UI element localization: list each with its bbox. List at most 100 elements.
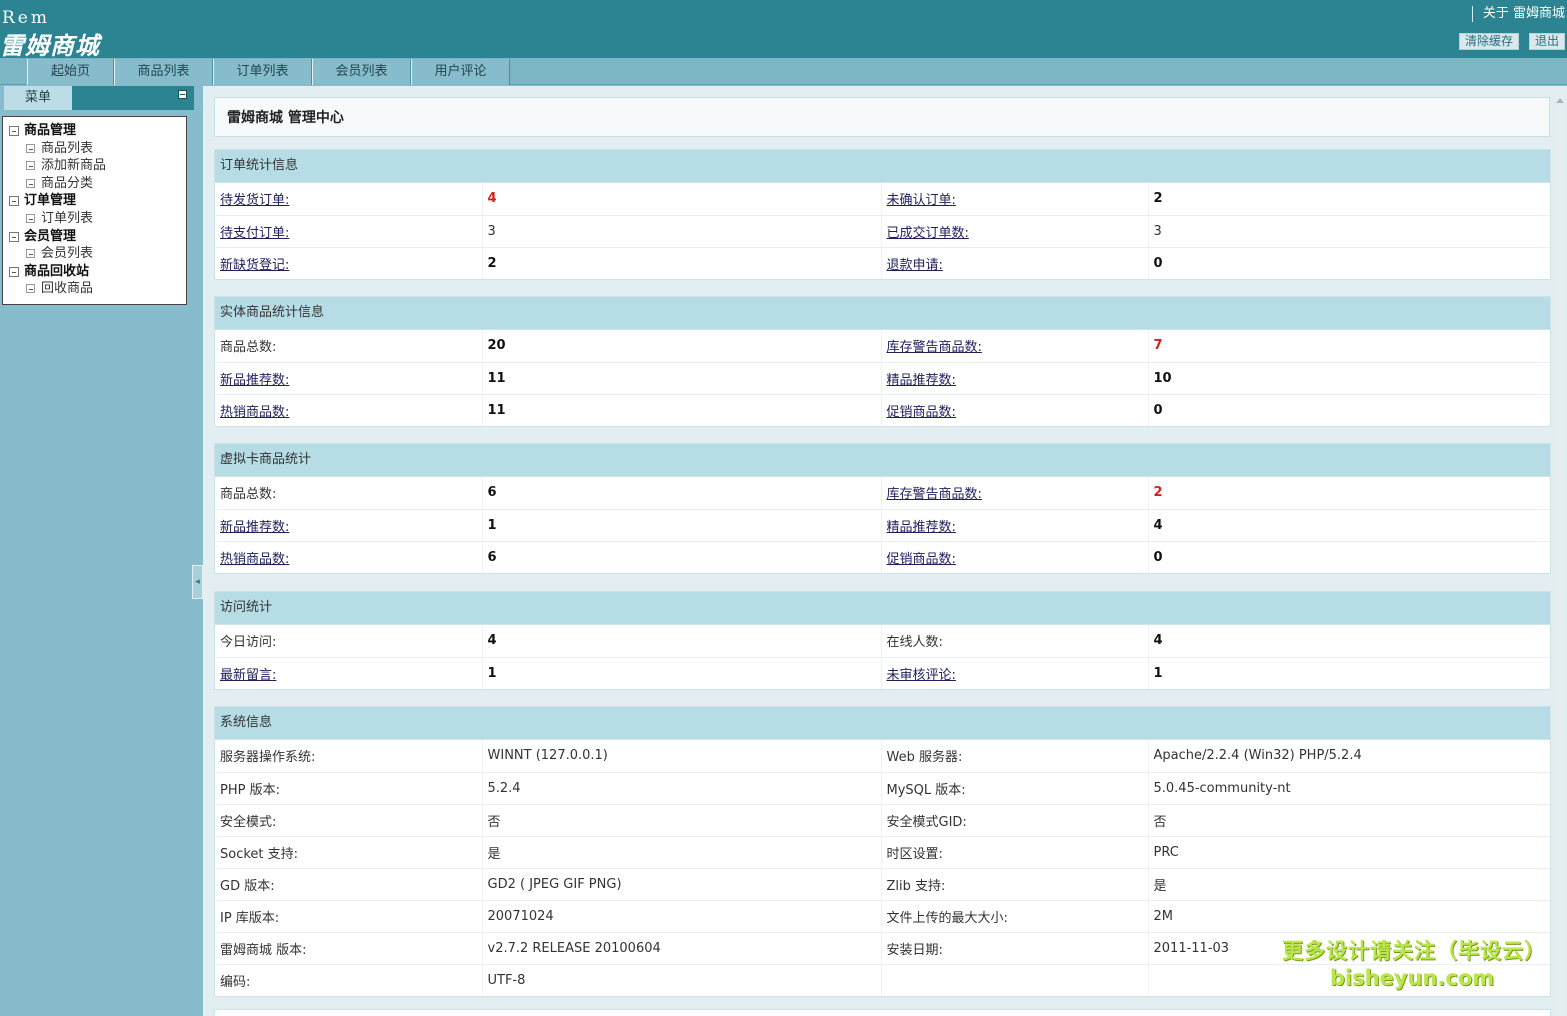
order-stats-panel: 订单统计信息 待发货订单: 4 未确认订单: 2 待支付订单: 3 已成交订单数… [214,149,1551,280]
leaf-box-icon [26,213,35,223]
table-row: 热销商品数: 6 促销商品数: 0 [215,541,1550,573]
stat-value: 6 [487,549,497,565]
info-value: PRC [1153,844,1179,860]
collapse-box-icon[interactable] [9,196,19,207]
stat-value: 2 [1153,485,1163,501]
tree-category-label[interactable]: 商品回收站 [24,263,89,281]
menu-header: 菜单 [4,86,194,110]
unreviewed-comments-link[interactable]: 未审核评论: [887,668,956,683]
goods-stats-panel: 实体商品统计信息 商品总数: 20 库存警告商品数: 7 新品推荐数: 11 精… [214,296,1551,427]
tree-item-label[interactable]: 订单列表 [41,210,93,228]
scrollbar[interactable] [1555,98,1565,1016]
logout-button[interactable]: 退出 [1528,33,1565,50]
nav-tab-start[interactable]: 起始页 [27,59,114,85]
info-label: Web 服务器: [886,750,963,766]
tree-item-recycled-goods[interactable]: 回收商品 [3,280,186,298]
tree-item-label[interactable]: 会员列表 [41,245,93,263]
tree-category-goods[interactable]: 商品管理 [3,122,186,140]
tree-category-label[interactable]: 会员管理 [24,228,76,246]
stat-value: 1 [487,665,497,681]
info-label: Socket 支持: [220,846,299,862]
stat-value: 11 [487,402,506,418]
leaf-box-icon [26,249,35,259]
table-row: 商品总数: 6 库存警告商品数: 2 [215,477,1550,510]
best-recommend-link[interactable]: 精品推荐数: [887,373,956,388]
tree-item-order-list[interactable]: 订单列表 [3,210,186,228]
logo[interactable]: 雷姆商城 [0,26,100,61]
table-row: GD 版本: GD2 ( JPEG GIF PNG) Zlib 支持: 是 [215,868,1550,901]
info-label: PHP 版本: [220,782,280,798]
collapse-box-icon[interactable] [9,266,19,277]
stat-value: 4 [487,191,497,207]
info-value: Apache/2.2.4 (Win32) PHP/5.2.4 [1153,748,1362,764]
stat-value: 3 [1153,223,1162,239]
tree-category-members[interactable]: 会员管理 [3,228,186,246]
stat-value: 3 [487,223,496,239]
stat-value: 6 [487,485,497,501]
tree-category-label[interactable]: 订单管理 [24,192,76,210]
tree-item-label[interactable]: 回收商品 [41,280,93,298]
info-value: 是 [487,846,501,862]
stat-value: 10 [1153,370,1172,386]
clear-cache-button[interactable]: 清除缓存 [1458,33,1519,50]
info-label: 雷姆商城 版本: [220,942,307,958]
main-content: 雷姆商城 管理中心 订单统计信息 待发货订单: 4 未确认订单: 2 待支付订单… [203,86,1567,1016]
menu-tab[interactable]: 菜单 [4,86,72,110]
tree-item-goods-list[interactable]: 商品列表 [3,140,186,158]
hot-goods-link[interactable]: 热销商品数: [220,405,289,420]
nav-tab-member-list[interactable]: 会员列表 [312,59,411,85]
collapse-box-icon[interactable] [9,231,19,242]
best-recommend-link[interactable]: 精品推荐数: [887,520,956,535]
tree-item-add-goods[interactable]: 添加新商品 [3,157,186,175]
tree-item-label[interactable]: 商品分类 [41,175,93,193]
logo-small-text: Rem [2,8,50,28]
nav-tab-user-comments[interactable]: 用户评论 [411,59,510,85]
tree-item-member-list[interactable]: 会员列表 [3,245,186,263]
table-row: 热销商品数: 11 促销商品数: 0 [215,394,1550,426]
sidebar-toggle-icon[interactable]: ◂ [192,565,203,599]
low-stock-link[interactable]: 库存警告商品数: [887,340,982,355]
stat-value: 2 [487,255,497,271]
stat-label: 在线人数: [886,635,943,651]
virtual-stats-panel: 虚拟卡商品统计 商品总数: 6 库存警告商品数: 2 新品推荐数: 1 精品推荐… [214,443,1551,574]
pending-shipment-link[interactable]: 待发货订单: [220,193,289,208]
scroll-up-icon[interactable] [1556,98,1564,103]
tree-item-label[interactable]: 商品列表 [41,140,93,158]
table-row: 待发货订单: 4 未确认订单: 2 [215,183,1550,216]
stat-value: 0 [1153,402,1163,418]
table-row: 安全模式: 否 安全模式GID: 否 [215,804,1550,837]
tree-category-orders[interactable]: 订单管理 [3,192,186,210]
unconfirmed-orders-link[interactable]: 未确认订单: [887,193,956,208]
promotion-goods-link[interactable]: 促销商品数: [887,405,956,420]
tree-category-label[interactable]: 商品管理 [24,122,76,140]
menu-tree: 商品管理 商品列表 添加新商品 商品分类 订单管理 订单列表 会员管理 会员列表… [2,116,187,305]
new-recommend-link[interactable]: 新品推荐数: [220,373,289,388]
nav-tab-goods-list[interactable]: 商品列表 [114,59,213,85]
info-value: 是 [1153,878,1167,894]
stat-value: 1 [1153,665,1163,681]
new-recommend-link[interactable]: 新品推荐数: [220,520,289,535]
table-row: IP 库版本: 20071024 文件上传的最大大小: 2M [215,900,1550,933]
stat-value: 0 [1153,255,1163,271]
nav-tab-order-list[interactable]: 订单列表 [213,59,312,85]
table-row: 商品总数: 20 库存警告商品数: 7 [215,330,1550,363]
tree-item-label[interactable]: 添加新商品 [41,157,106,175]
watermark: 更多设计请关注（毕设云） bisheyun.com [1282,937,1545,991]
info-value: 5.2.4 [487,780,521,796]
promotion-goods-link[interactable]: 促销商品数: [887,552,956,567]
pending-payment-link[interactable]: 待支付订单: [220,226,289,241]
collapse-icon[interactable] [178,90,187,99]
info-label: 安装日期: [886,942,943,958]
latest-messages-link[interactable]: 最新留言: [220,668,276,683]
tree-category-recycle[interactable]: 商品回收站 [3,263,186,281]
hot-goods-link[interactable]: 热销商品数: [220,552,289,567]
collapse-box-icon[interactable] [9,126,19,136]
refund-requests-link[interactable]: 退款申请: [887,258,943,273]
completed-orders-link[interactable]: 已成交订单数: [887,226,969,241]
stat-label: 今日访问: [220,635,277,651]
out-of-stock-link[interactable]: 新缺货登记: [220,258,289,273]
tree-item-goods-category[interactable]: 商品分类 [3,175,186,193]
info-label: 时区设置: [886,846,943,862]
low-stock-link[interactable]: 库存警告商品数: [887,487,982,502]
about-link[interactable]: 关于 雷姆商城 [1471,6,1565,22]
